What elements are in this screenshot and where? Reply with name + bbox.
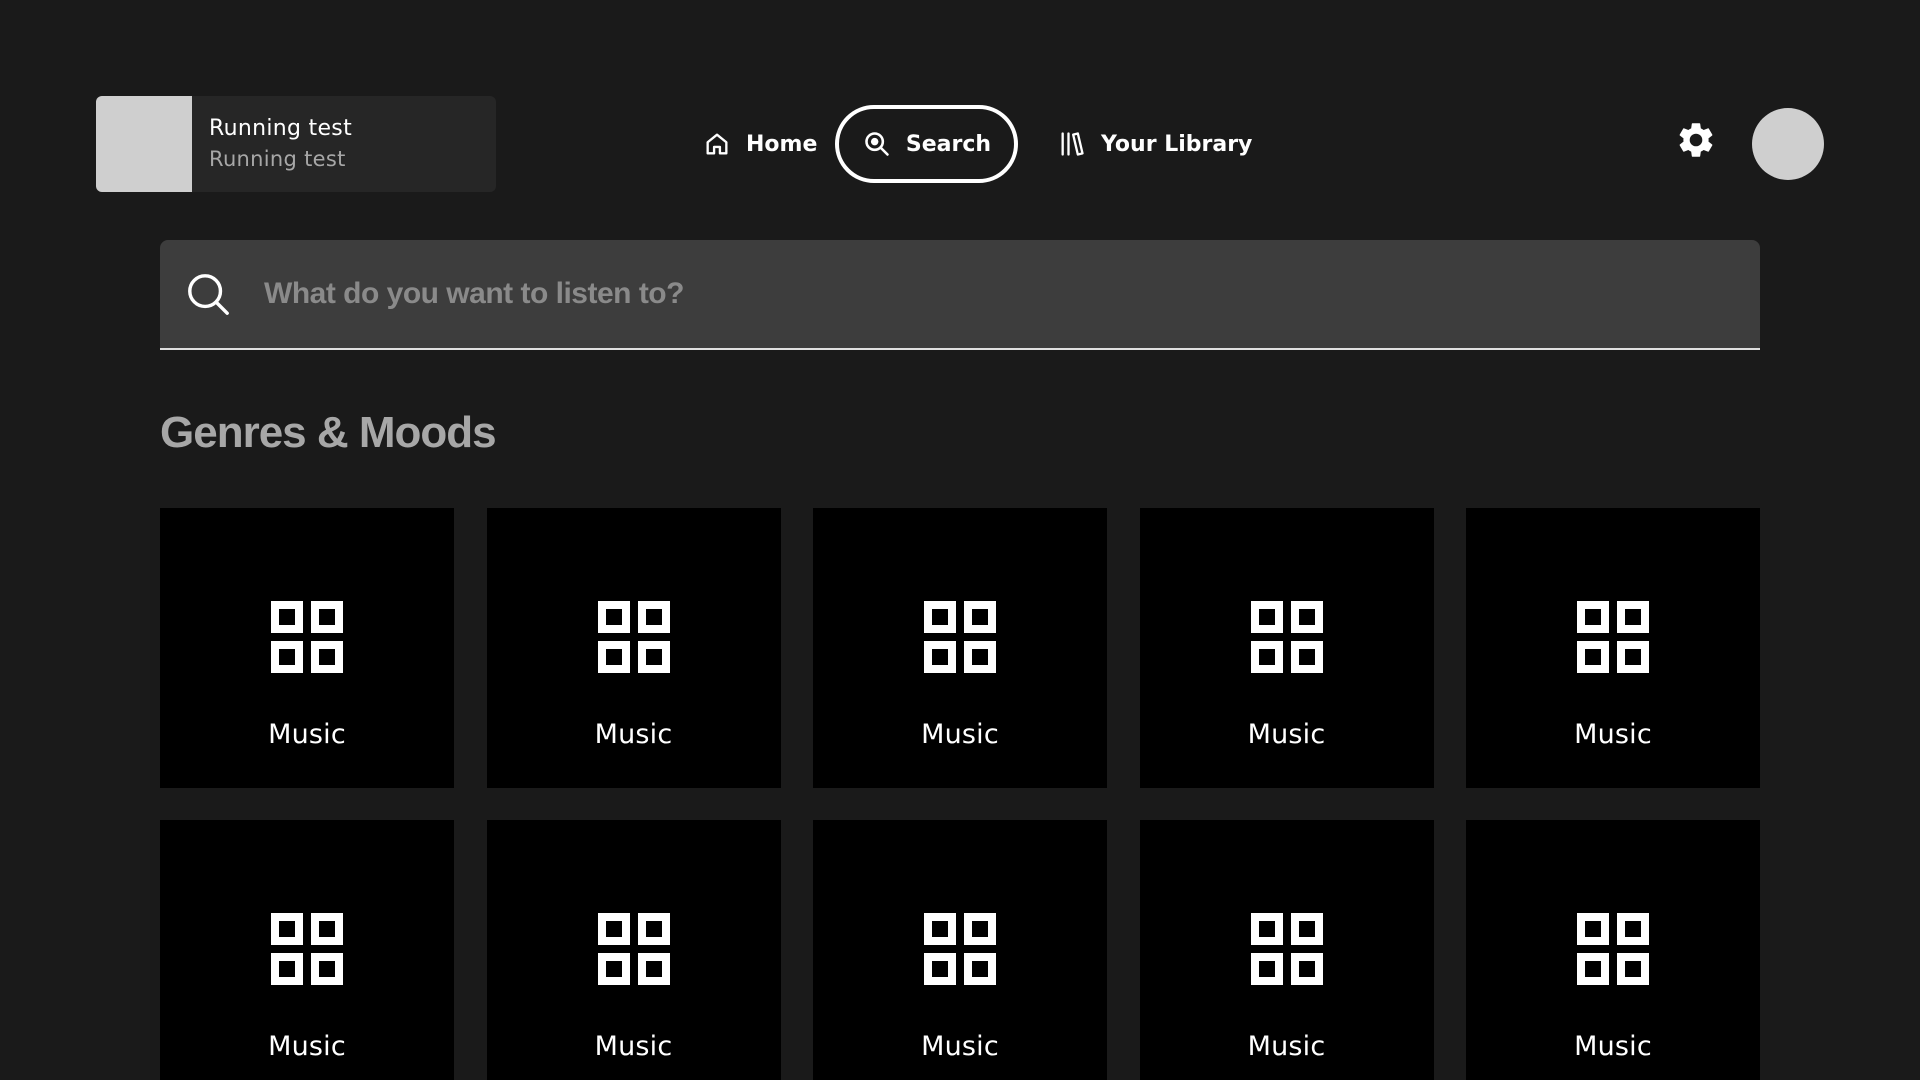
category-grid-icon	[597, 601, 670, 673]
genre-tile[interactable]: Music	[486, 508, 781, 788]
category-grid-icon	[271, 913, 343, 985]
nav-home-button[interactable]: Home	[690, 105, 829, 183]
genre-label: Music	[1574, 719, 1652, 750]
search-page: Running test Running test Home Search Yo…	[0, 0, 1920, 1080]
genre-label: Music	[921, 1031, 999, 1062]
category-grid-icon	[924, 913, 996, 985]
genre-tile[interactable]: Music	[160, 508, 454, 788]
genre-label: Music	[1247, 719, 1326, 750]
category-grid-icon	[597, 913, 670, 985]
genre-label: Music	[1247, 1031, 1326, 1062]
genre-label: Music	[1574, 1031, 1652, 1062]
search-icon	[862, 129, 892, 159]
now-playing-meta: Running test Running test	[192, 114, 352, 174]
genre-tile[interactable]: Music	[160, 820, 454, 1080]
genre-label: Music	[594, 1031, 673, 1062]
genre-tile[interactable]: Music	[1139, 508, 1434, 788]
genre-tile[interactable]: Music	[813, 508, 1107, 788]
now-playing-title: Running test	[209, 116, 352, 141]
nav-search-label: Search	[905, 131, 992, 157]
library-icon	[1057, 129, 1087, 159]
category-grid-icon	[924, 601, 996, 673]
genre-label: Music	[594, 719, 673, 750]
section-title: Genres & Moods	[160, 408, 497, 457]
category-grid-icon	[1577, 913, 1649, 985]
nav-library-label: Your Library	[1101, 131, 1253, 157]
category-grid-icon	[1250, 913, 1323, 985]
category-grid-icon	[271, 601, 343, 673]
genres-grid: Music Music Music Music Music Music Musi…	[160, 508, 1760, 1080]
category-grid-icon	[1577, 601, 1649, 673]
album-art	[96, 96, 192, 192]
genre-label: Music	[268, 719, 346, 750]
home-icon	[702, 129, 732, 159]
search-input[interactable]	[262, 276, 1760, 312]
nav-search-button[interactable]: Search	[835, 105, 1018, 183]
genre-tile[interactable]: Music	[1139, 820, 1434, 1080]
genre-label: Music	[268, 1031, 346, 1062]
genre-tile[interactable]: Music	[1466, 508, 1760, 788]
nav-library-button[interactable]: Your Library	[1045, 105, 1264, 183]
gear-icon	[1675, 119, 1717, 165]
settings-button[interactable]	[1672, 118, 1720, 166]
genre-tile[interactable]: Music	[813, 820, 1107, 1080]
genre-tile[interactable]: Music	[1466, 820, 1760, 1080]
category-grid-icon	[1250, 601, 1323, 673]
nav-home-label: Home	[746, 131, 818, 157]
genre-label: Music	[921, 719, 999, 750]
now-playing-card[interactable]: Running test Running test	[96, 96, 496, 192]
now-playing-subtitle: Running test	[209, 147, 346, 171]
genre-tile[interactable]: Music	[486, 820, 781, 1080]
search-field-icon	[184, 270, 232, 318]
search-field[interactable]	[160, 240, 1760, 350]
avatar[interactable]	[1752, 108, 1824, 180]
